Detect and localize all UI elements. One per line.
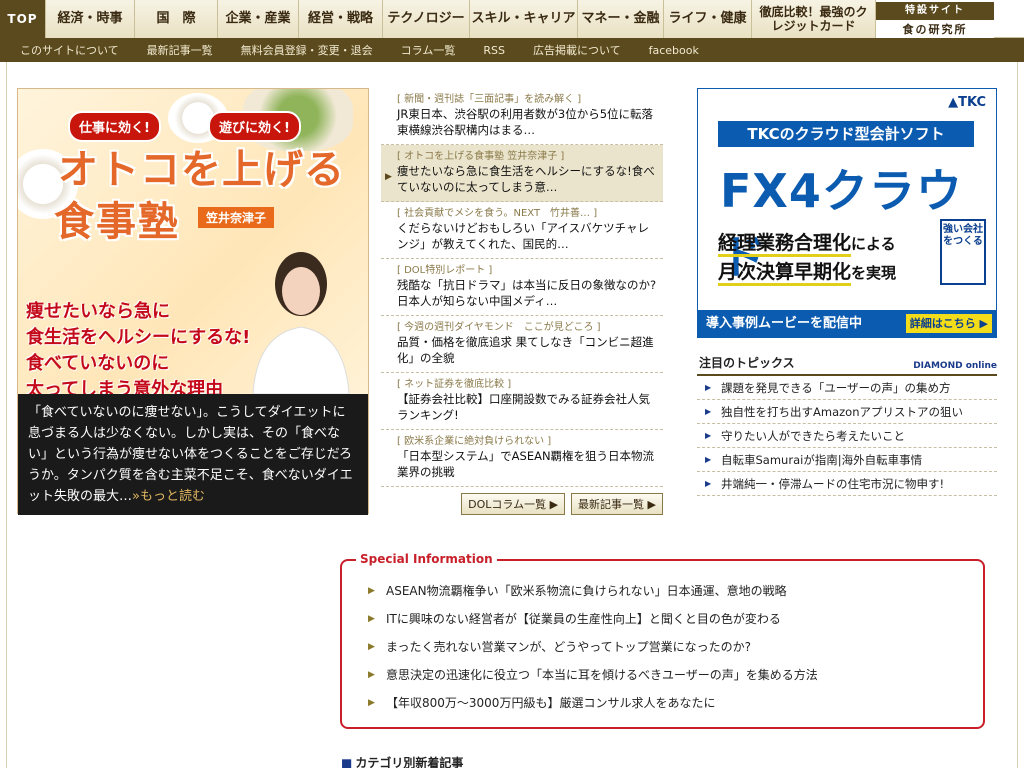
topic-link[interactable]: 課題を発見できる「ユーザーの声」の集め方 [697,376,997,400]
news-category[interactable]: [ 欧米系企業に絶対負けられない ] [397,435,657,448]
special-information-box: Special Information ASEAN物流覇権争い「欧米系物流に負け… [340,552,985,729]
catch-line-2: 食生活をヘルシーにするな! [26,327,251,348]
topic-link[interactable]: 独自性を打ち出すAmazonアプリストアの狙い [697,400,997,424]
ad-tagline-em-1: 経理業務合理化 [718,232,852,257]
sub-navigation: このサイトについて 最新記事一覧 無料会員登録・変更・退会 コラム一覧 RSS … [0,38,1024,62]
subnav-rss[interactable]: RSS [483,44,505,57]
feature-banner[interactable]: 仕事に効く! 遊びに効く! オトコを上げる 食事塾 笠井奈津子 痩せたいなら急に… [18,89,368,394]
ad-footer-text: 導入事例ムービーを配信中 [706,316,863,331]
latest-articles-button[interactable]: 最新記事一覧 ▶ [571,493,663,515]
feature-description: 「食べていないのに痩せない」。こうしてダイエットに息づまる人は少なくない。しかし… [18,394,368,515]
ad-footer: 導入事例ムービーを配信中 詳細はこちら ▶ [698,310,996,337]
news-headline[interactable]: 痩せたいなら急に食生活をヘルシーにするな!食べていないのに太ってしまう意… [397,163,657,195]
series-title-line2: 食事塾 [54,199,180,245]
news-item[interactable]: [ DOL特別レポート ] 残酷な「抗日ドラマ」は本当に反日の象徴なのか?日本人が… [381,259,663,316]
nav-tab-international[interactable]: 国 際 [135,0,218,38]
nav-tab-skill-career[interactable]: スキル・キャリア [470,0,578,38]
dol-column-list-button[interactable]: DOLコラム一覧 ▶ [461,493,566,515]
ad-headline-bar: TKCのクラウド型会計ソフト [718,121,974,147]
topic-link[interactable]: 自転車Samuraiが指南|海外自転車事情 [697,448,997,472]
top-navigation: TOP 経済・時事 国 際 企業・産業 経営・戦略 テクノロジー スキル・キャリ… [0,0,1024,38]
special-info-link[interactable]: ASEAN物流覇権争い「欧米系物流に負けられない」日本通運、意地の戦略 [342,577,983,605]
topic-link[interactable]: 守りたい人ができたら考えたいこと [697,424,997,448]
author-badge: 笠井奈津子 [198,207,275,228]
nav-tab-credit-card[interactable]: 徹底比較！最強のクレジットカード [752,0,876,38]
diamond-online-logo: DIAMOND online [913,361,997,371]
subnav-about[interactable]: このサイトについて [20,42,119,58]
headline-catch: 痩せたいなら急に 食生活をヘルシーにするな! 食べていないのに 太ってしまう意外… [26,299,250,394]
catch-line-4: 太ってしまう意外な理由 [26,379,224,394]
news-category[interactable]: [ オトコを上げる食事塾 笠井奈津子 ] [397,150,657,163]
featured-topics: 注目のトピックス DIAMOND online 課題を発見できる「ユーザーの声」… [697,352,997,496]
series-title-line1: オトコを上げる [58,147,345,193]
news-item-active[interactable]: [ オトコを上げる食事塾 笠井奈津子 ]痩せたいなら急に食生活をヘルシーにするな… [381,145,663,202]
news-headline[interactable]: 残酷な「抗日ドラマ」は本当に反日の象徴なのか?日本人が知らない中国メディ… [397,277,657,309]
nav-tab-top[interactable]: TOP [0,0,46,38]
ad-tagline-em-2: 月次決算早期化 [718,261,852,286]
news-category[interactable]: [ 新聞・週刊誌「三面記事」を読み解く ] [397,93,657,106]
topics-title: 注目のトピックス [699,356,795,370]
nav-tab-special-site[interactable]: 特設サイト 食の研究所 [876,0,994,38]
ad-tagline: 経理業務合理化による 月次決算早期化を実現 [718,229,896,287]
news-item[interactable]: [ 新聞・週刊誌「三面記事」を読み解く ] JR東日本、渋谷駅の利用者数が3位から… [381,88,663,145]
news-category[interactable]: [ 今週の週刊ダイヤモンド ここが見どころ ] [397,321,657,334]
catch-line-3: 食べていないのに [26,353,170,374]
nav-tab-management[interactable]: 経営・戦略 [299,0,383,38]
subnav-latest[interactable]: 最新記事一覧 [147,42,213,58]
tkc-logo: ▲TKC [948,95,986,110]
special-site-label: 特設サイト [876,1,994,20]
subnav-advertise[interactable]: 広告掲載について [533,42,621,58]
news-item[interactable]: [ 今週の週刊ダイヤモンド ここが見どころ ] 品質・価格を徹底追求 果てしなき「… [381,316,663,373]
tkc-advertisement[interactable]: ▲TKC TKCのクラウド型会計ソフト FX4クラウド 経理業務合理化による 月… [697,88,997,338]
news-category[interactable]: [ 社会貢献でメシを食う。NEXT 竹井善… ] [397,207,657,220]
topic-link[interactable]: 井端純一・停滞ムードの住宅市況に物申す! [697,472,997,496]
nav-tab-life[interactable]: ライフ・健康 [664,0,752,38]
special-info-link[interactable]: ITに興味のない経営者が【従業員の生産性向上】と聞くと目の色が変わる [342,605,983,633]
news-buttons: DOLコラム一覧 ▶ 最新記事一覧 ▶ [381,493,663,515]
feature-article[interactable]: 仕事に効く! 遊びに効く! オトコを上げる 食事塾 笠井奈津子 痩せたいなら急に… [17,88,369,515]
read-more-link[interactable]: »もっと読む [132,489,205,504]
nav-tab-money[interactable]: マネー・金融 [578,0,664,38]
news-category[interactable]: [ DOL特別レポート ] [397,264,657,277]
news-headline[interactable]: 【証券会社比較】口座開設数でみる証券会社人気ランキング! [397,391,657,423]
news-item[interactable]: [ 社会貢献でメシを食う。NEXT 竹井善… ] くだらないけどおもしろい「アイス… [381,202,663,259]
special-information-label: Special Information [356,552,497,566]
news-headline[interactable]: くだらないけどおもしろい「アイスバケツチャレンジ」が教えてくれた、国民的… [397,220,657,252]
news-item[interactable]: [ ネット証券を徹底比較 ] 【証券会社比較】口座開設数でみる証券会社人気ランキン… [381,373,663,430]
news-headline[interactable]: 「日本型システム」でASEAN覇権を狙う日本物流業界の挑戦 [397,448,657,480]
food-lab-label: 食の研究所 [902,22,968,36]
nav-tab-industry[interactable]: 企業・産業 [218,0,299,38]
author-photo [252,252,350,394]
category-new-articles-heading: カテゴリ別新着記事 [341,754,463,768]
ad-tagline-rest-1: による [851,235,896,253]
subnav-register[interactable]: 無料会員登録・変更・退会 [241,42,373,58]
special-info-link[interactable]: 【年収800万～3000万円級も】厳選コンサル求人をあなたに [342,689,983,717]
special-info-link[interactable]: まったく売れない営業マンが、どうやってトップ営業になったのか? [342,633,983,661]
ad-seal: 強い会社をつくる [940,219,986,285]
news-item[interactable]: [ 欧米系企業に絶対負けられない ] 「日本型システム」でASEAN覇権を狙う日本… [381,430,663,487]
subnav-columns[interactable]: コラム一覧 [401,42,456,58]
news-headline[interactable]: 品質・価格を徹底追求 果てしなき「コンビニ超進化」の全貌 [397,334,657,366]
tkc-logo-text: TKC [958,95,986,110]
nav-tab-technology[interactable]: テクノロジー [383,0,470,38]
topics-header: 注目のトピックス DIAMOND online [697,352,997,376]
latest-news-list: [ 新聞・週刊誌「三面記事」を読み解く ] JR東日本、渋谷駅の利用者数が3位から… [381,88,663,515]
news-headline[interactable]: JR東日本、渋谷駅の利用者数が3位から5位に転落 東横線渋谷駅構内はまる… [397,106,657,138]
special-info-link[interactable]: 意思決定の迅速化に役立つ「本当に耳を傾けるべきユーザーの声」を集める方法 [342,661,983,689]
nav-tab-economy[interactable]: 経済・時事 [46,0,135,38]
news-category[interactable]: [ ネット証券を徹底比較 ] [397,378,657,391]
catch-line-1: 痩せたいなら急に [26,301,170,322]
special-information-list: ASEAN物流覇権争い「欧米系物流に負けられない」日本通運、意地の戦略 ITに興… [342,577,983,717]
ad-tagline-rest-2: を実現 [851,264,897,282]
subnav-facebook[interactable]: facebook [649,44,699,57]
ad-details-button[interactable]: 詳細はこちら ▶ [905,314,992,333]
